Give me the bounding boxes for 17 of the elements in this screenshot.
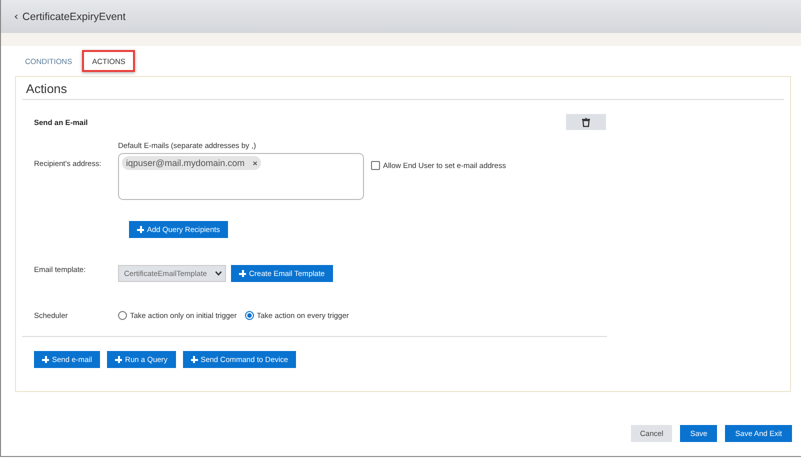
plus-icon [42,356,49,363]
recipients-field[interactable]: iqpuser@mail.mydomain.com × [118,153,364,200]
radio-button[interactable] [118,310,127,320]
trash-icon [582,118,590,126]
plus-icon [239,270,246,277]
remove-icon[interactable]: × [252,158,258,168]
panel-title: Actions [22,77,784,100]
email-text: iqpuser@mail.mydomain.com [126,158,245,168]
plus-icon [115,356,122,363]
page-title: CertificateExpiryEvent [22,10,126,22]
delete-button[interactable] [566,114,606,130]
radio-button[interactable] [244,310,254,320]
checkbox[interactable] [371,161,380,170]
plus-icon [190,356,198,363]
plus-icon [137,226,144,233]
back-icon[interactable]: ‹ [14,10,18,23]
chevron-down-icon [215,271,222,276]
